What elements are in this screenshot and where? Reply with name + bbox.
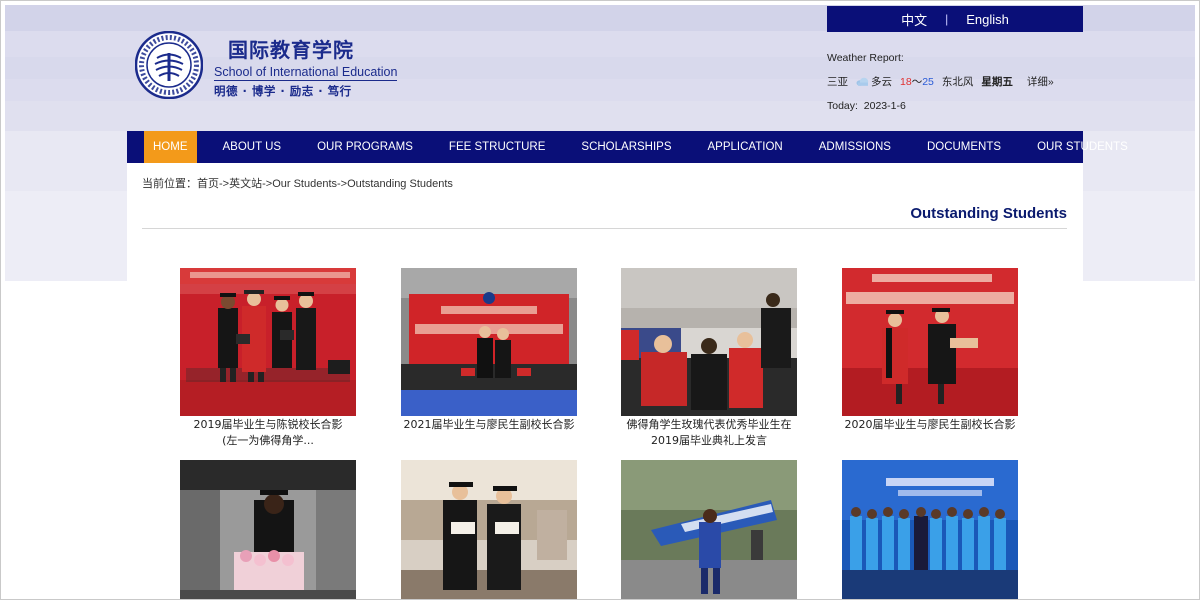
card-caption-line1[interactable]: 佛得角学生玫瑰代表优秀毕业生在 [621, 418, 797, 432]
main-nav: HOME ABOUT US OUR PROGRAMS FEE STRUCTURE… [127, 131, 1128, 163]
language-english-link[interactable]: English [966, 12, 1009, 27]
nav-documents[interactable]: DOCUMENTS [927, 131, 1001, 163]
today-label: Today: [827, 100, 858, 112]
weather-row: 三亚 多云 18～25 东北风 星期五 详细» [827, 74, 1062, 89]
temp-high: 18 [900, 76, 912, 88]
weather-condition: 多云 [871, 76, 892, 88]
nav-home[interactable]: HOME [144, 131, 197, 163]
temp-low: 25 [922, 76, 934, 88]
nav-our-programs[interactable]: OUR PROGRAMS [317, 131, 413, 163]
card-caption-line2[interactable]: 2019届毕业典礼上发言 [621, 434, 797, 448]
temp-separator: ～ [911, 76, 923, 88]
student-photo[interactable] [842, 460, 1018, 599]
main-content: 当前位置：首页->英文站->Our Students->Outstanding … [127, 163, 1083, 599]
student-photo-image [621, 460, 797, 599]
graduation-photo-image [180, 460, 356, 599]
nav-about-us[interactable]: ABOUT US [223, 131, 282, 163]
breadcrumb: 当前位置：首页->英文站->Our Students->Outstanding … [142, 175, 453, 191]
today-row: Today: 2023-1-6 [827, 100, 1062, 112]
weather-city: 三亚 [827, 76, 848, 88]
student-photo[interactable] [180, 460, 356, 599]
school-name-en: School of International Education [214, 65, 398, 81]
breadcrumb-home-link[interactable]: 首页 [197, 178, 219, 190]
graduation-photo-image [842, 268, 1018, 416]
student-photo[interactable] [401, 268, 577, 416]
student-photo[interactable] [180, 268, 356, 416]
breadcrumb-english-site-link[interactable]: 英文站 [229, 178, 262, 190]
card-caption-line1[interactable]: 2020届毕业生与廖民生副校长合影 [842, 418, 1018, 432]
student-card[interactable] [842, 460, 1018, 599]
graduation-photo-image [401, 460, 577, 599]
card-caption-line2[interactable]: (左一为佛得角学... [180, 434, 356, 448]
breadcrumb-our-students-link[interactable]: Our Students [272, 178, 337, 190]
weather-condition-group: 多云 [856, 74, 892, 89]
student-photo[interactable] [401, 460, 577, 599]
nav-scholarships[interactable]: SCHOLARSHIPS [581, 131, 671, 163]
page-title: Outstanding Students [910, 205, 1067, 222]
student-card[interactable]: 佛得角学生玫瑰代表优秀毕业生在 2019届毕业典礼上发言 [621, 268, 797, 448]
graduation-photo-image [621, 268, 797, 416]
card-caption-line1[interactable]: 2019届毕业生与陈锐校长合影 [180, 418, 356, 432]
today-date: 2023-1-6 [863, 100, 906, 112]
breadcrumb-prefix: 当前位置： [142, 178, 197, 190]
language-switcher: 中文 | English [827, 6, 1083, 32]
university-seal-icon[interactable] [135, 31, 203, 99]
school-logo-text[interactable]: 国际教育学院 School of International Education… [214, 34, 398, 99]
breadcrumb-separator: -> [262, 178, 273, 190]
cloud-icon [856, 77, 869, 86]
weather-detail-link[interactable]: 详细» [1027, 74, 1054, 89]
title-divider [142, 228, 1067, 229]
browser-viewport: 中文 | English 国际教育学院 School of Internatio… [0, 0, 1200, 600]
nav-fee-structure[interactable]: FEE STRUCTURE [449, 131, 545, 163]
breadcrumb-current-link[interactable]: Outstanding Students [347, 178, 453, 190]
breadcrumb-separator: -> [219, 178, 230, 190]
nav-admissions[interactable]: ADMISSIONS [819, 131, 891, 163]
graduation-photo-image [180, 268, 356, 416]
school-motto: 明德 · 博学 · 励志 · 笃行 [214, 84, 352, 98]
student-card[interactable]: 2021届毕业生与廖民生副校长合影 [401, 268, 577, 434]
weather-label: Weather Report: [827, 52, 904, 64]
weather-wind: 东北风 [941, 76, 974, 88]
nav-our-students[interactable]: OUR STUDENTS [1037, 131, 1128, 163]
graduation-photo-image [401, 268, 577, 416]
student-card[interactable]: 2020届毕业生与廖民生副校长合影 [842, 268, 1018, 434]
language-chinese-link[interactable]: 中文 [901, 10, 927, 29]
student-photo[interactable] [621, 460, 797, 599]
card-caption-line1[interactable]: 2021届毕业生与廖民生副校长合影 [401, 418, 577, 432]
team-photo-image [842, 460, 1018, 599]
weather-widget: Weather Report: 三亚 多云 18～25 东北风 星期五 详细» … [827, 52, 1062, 112]
weather-weekday: 星期五 [981, 76, 1013, 88]
student-card[interactable] [621, 460, 797, 599]
student-photo[interactable] [621, 268, 797, 416]
school-name-cn: 国际教育学院 [228, 38, 354, 62]
weather-temperature: 18～25 [900, 74, 934, 89]
breadcrumb-separator: -> [337, 178, 348, 190]
student-photo[interactable] [842, 268, 1018, 416]
nav-application[interactable]: APPLICATION [708, 131, 783, 163]
language-separator: | [945, 12, 949, 26]
student-card[interactable] [401, 460, 577, 599]
student-card[interactable]: 2019届毕业生与陈锐校长合影 (左一为佛得角学... [180, 268, 356, 448]
student-card[interactable] [180, 460, 356, 599]
